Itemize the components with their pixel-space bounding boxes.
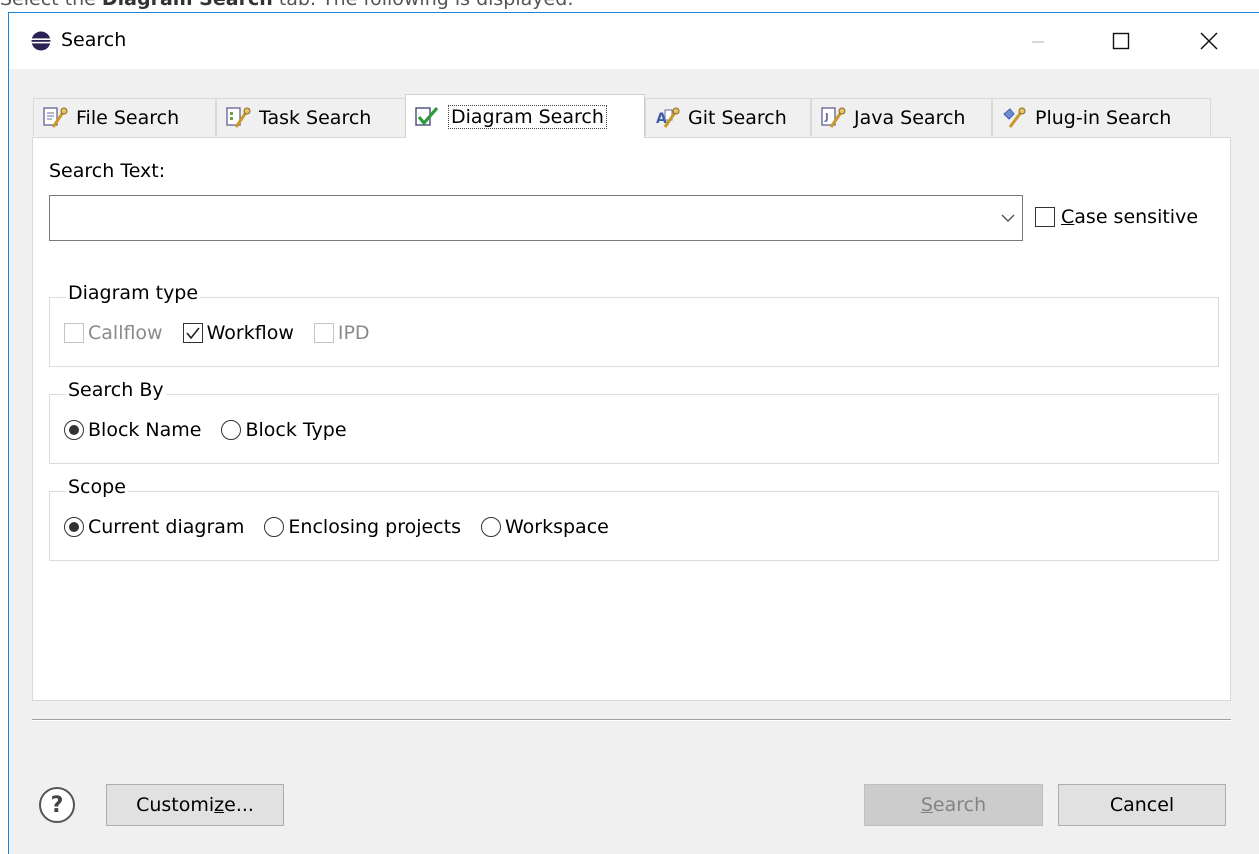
tab-label: Java Search bbox=[854, 106, 966, 129]
radio-circle[interactable] bbox=[64, 517, 84, 537]
search-text-label: Search Text: bbox=[49, 160, 166, 182]
radio-circle[interactable] bbox=[264, 517, 285, 537]
tab-task-search[interactable]: Task Search bbox=[216, 98, 406, 136]
java-search-icon: J bbox=[821, 106, 846, 128]
workflow-label: Workflow bbox=[206, 322, 294, 344]
current-diagram-radio[interactable]: Current diagram bbox=[64, 516, 244, 538]
tab-java-search[interactable]: J Java Search bbox=[811, 98, 992, 136]
case-sensitive-label: Case sensitive bbox=[1061, 206, 1199, 228]
minimize-button[interactable] bbox=[1004, 13, 1072, 69]
tab-label: Task Search bbox=[259, 106, 372, 129]
close-button[interactable] bbox=[1175, 13, 1243, 69]
search-by-group: Search By Block Name Block Type bbox=[49, 379, 1219, 464]
block-name-radio[interactable]: Block Name bbox=[64, 419, 201, 441]
maximize-button[interactable] bbox=[1087, 13, 1155, 69]
callflow-label: Callflow bbox=[88, 322, 163, 344]
intro-bold: Diagram Search bbox=[102, 0, 273, 10]
ipd-checkbox[interactable]: IPD bbox=[313, 322, 370, 344]
diagram-search-panel: Search Text: Case sensitive Diagram type… bbox=[32, 137, 1231, 701]
block-type-label: Block Type bbox=[245, 419, 347, 441]
block-type-radio[interactable]: Block Type bbox=[221, 419, 347, 441]
radio-circle[interactable] bbox=[64, 420, 84, 440]
tab-file-search[interactable]: File Search bbox=[33, 98, 216, 136]
tab-git-search[interactable]: A Git Search bbox=[645, 98, 811, 136]
search-dialog: Search File Search Task Search Diagram S… bbox=[8, 12, 1259, 854]
tab-label: Plug-in Search bbox=[1035, 106, 1172, 129]
eclipse-app-icon bbox=[31, 31, 51, 51]
search-text-input[interactable] bbox=[50, 196, 980, 240]
checkbox-box[interactable] bbox=[313, 323, 334, 343]
tab-plugin-search[interactable]: Plug-in Search bbox=[992, 98, 1211, 136]
ipd-label: IPD bbox=[337, 322, 370, 344]
current-diagram-label: Current diagram bbox=[88, 516, 245, 538]
callflow-checkbox[interactable]: Callflow bbox=[64, 322, 163, 344]
tab-label: Git Search bbox=[688, 106, 787, 129]
checkbox-box[interactable] bbox=[1035, 207, 1055, 227]
tab-diagram-search[interactable]: Diagram Search bbox=[405, 94, 645, 138]
checkbox-box[interactable] bbox=[64, 323, 84, 343]
git-search-icon: A bbox=[656, 107, 680, 128]
checkmark-icon bbox=[185, 327, 200, 340]
radio-circle[interactable] bbox=[221, 420, 242, 440]
separator bbox=[32, 719, 1231, 721]
task-search-icon bbox=[226, 106, 251, 128]
scope-group: Scope Current diagram Enclosing projects… bbox=[49, 476, 1219, 561]
diagram-type-options: Callflow Workflow IPD bbox=[64, 322, 390, 344]
case-sensitive-checkbox[interactable]: Case sensitive bbox=[1035, 206, 1198, 228]
scope-title: Scope bbox=[66, 476, 128, 498]
maximize-icon bbox=[1112, 32, 1130, 50]
intro-text: Select the Diagram Search tab. The follo… bbox=[0, 0, 574, 10]
tab-label: File Search bbox=[76, 106, 180, 129]
workspace-radio[interactable]: Workspace bbox=[480, 516, 609, 538]
chevron-down-icon[interactable] bbox=[1000, 208, 1016, 228]
enclosing-projects-label: Enclosing projects bbox=[288, 516, 461, 538]
enclosing-projects-radio[interactable]: Enclosing projects bbox=[264, 516, 461, 538]
search-button[interactable]: Search bbox=[864, 784, 1043, 826]
radio-circle[interactable] bbox=[480, 517, 501, 537]
window-title: Search bbox=[61, 29, 127, 51]
search-text-combo[interactable] bbox=[49, 195, 1023, 241]
file-search-icon bbox=[43, 106, 68, 128]
help-icon: ? bbox=[50, 792, 64, 818]
plugin-search-icon bbox=[1003, 107, 1026, 128]
block-name-label: Block Name bbox=[88, 419, 202, 441]
close-icon bbox=[1200, 32, 1218, 50]
title-bar[interactable]: Search bbox=[9, 13, 1259, 69]
search-by-title: Search By bbox=[66, 379, 166, 401]
diagram-type-group: Diagram type Callflow Workflow IPD bbox=[49, 282, 1219, 367]
customize-button[interactable]: Customi z e... bbox=[106, 784, 284, 826]
workspace-label: Workspace bbox=[504, 516, 609, 538]
minimize-icon bbox=[1032, 41, 1044, 43]
checkbox-box[interactable] bbox=[182, 323, 203, 343]
tab-label: Diagram Search bbox=[448, 104, 607, 129]
search-by-options: Block Name Block Type bbox=[64, 419, 367, 441]
scope-options: Current diagram Enclosing projects Works… bbox=[64, 516, 629, 538]
cancel-button[interactable]: Cancel bbox=[1058, 784, 1226, 826]
diagram-search-icon bbox=[415, 106, 439, 126]
diagram-type-title: Diagram type bbox=[66, 282, 201, 304]
svg-text:J: J bbox=[824, 112, 829, 123]
help-button[interactable]: ? bbox=[39, 787, 75, 823]
workflow-checkbox[interactable]: Workflow bbox=[182, 322, 294, 344]
